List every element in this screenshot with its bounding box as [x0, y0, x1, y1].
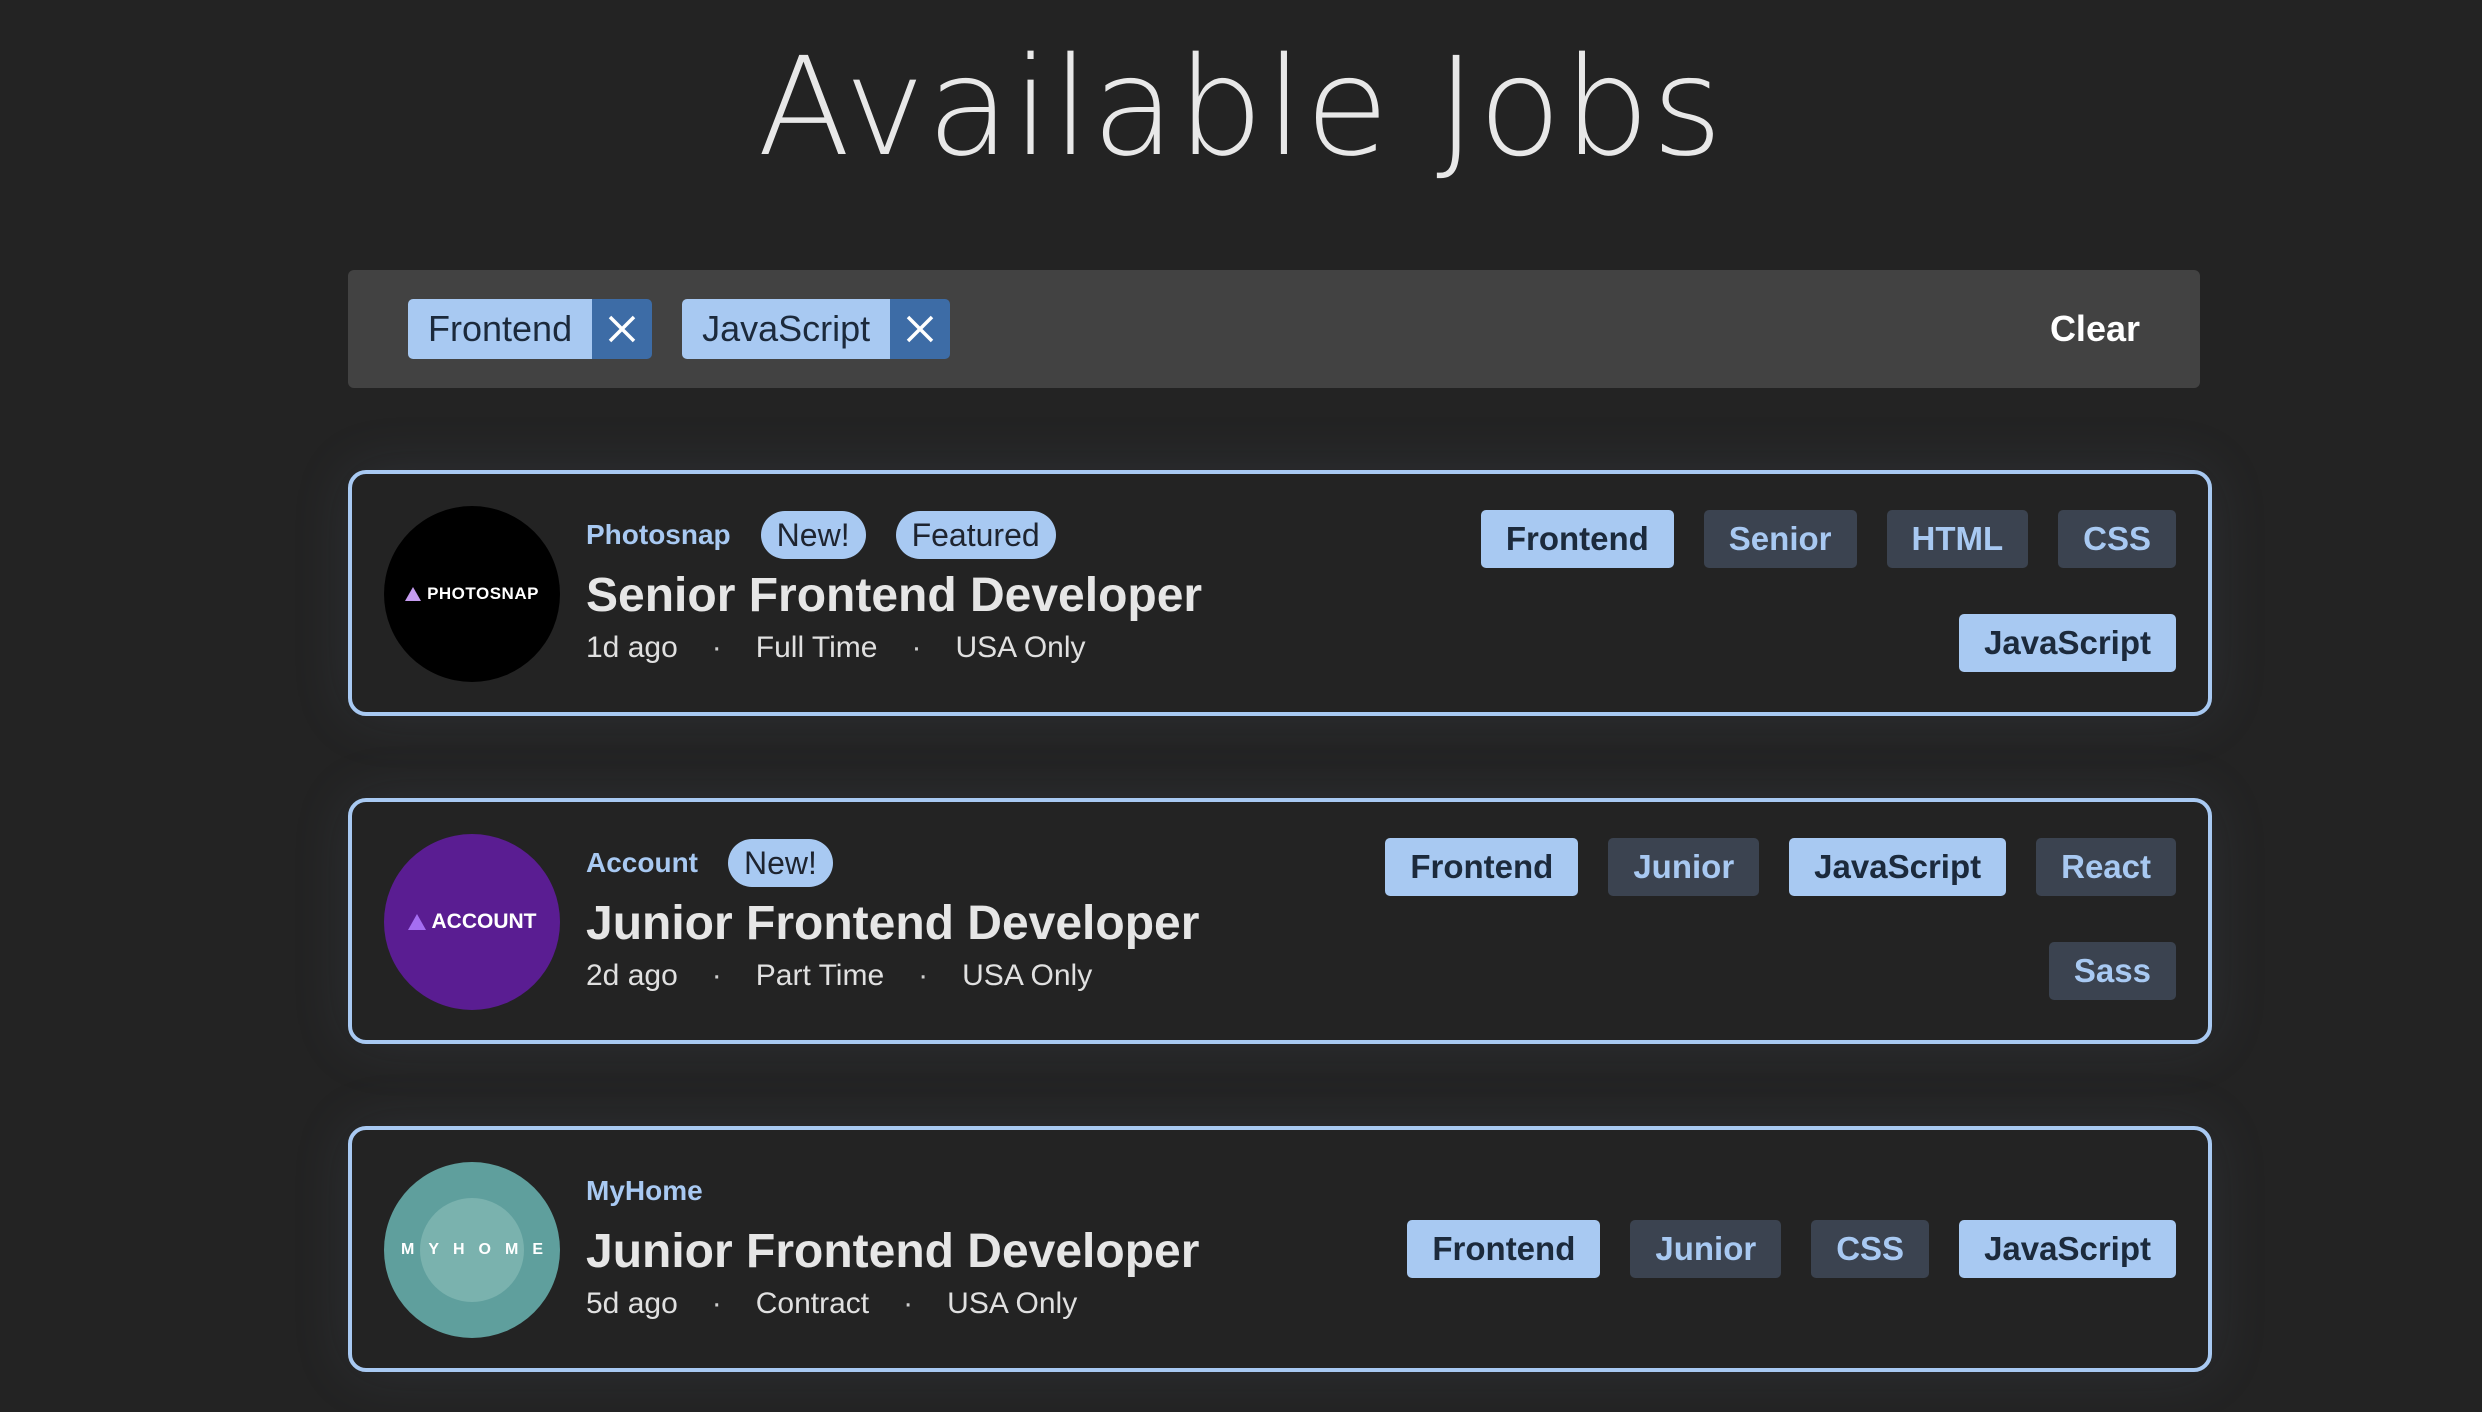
close-icon — [906, 315, 934, 343]
logo-triangle-icon — [407, 914, 426, 930]
tag-javascript[interactable]: JavaScript — [1959, 1220, 2176, 1278]
company-row: Photosnap New! Featured — [586, 510, 1202, 560]
tag-junior[interactable]: Junior — [1608, 838, 1760, 896]
job-tags: Frontend Junior CSS JavaScript — [1407, 1220, 2176, 1278]
tag-row: Frontend Junior JavaScript React — [1385, 838, 2176, 896]
posted-at: 2d ago — [586, 959, 678, 993]
job-info: Account New! Junior Frontend Developer 2… — [586, 838, 1199, 993]
posted-at: 5d ago — [586, 1287, 678, 1321]
tag-frontend[interactable]: Frontend — [1407, 1220, 1601, 1278]
contract-type: Full Time — [755, 631, 878, 665]
job-title[interactable]: Senior Frontend Developer — [586, 568, 1202, 623]
tag-row: Sass — [2048, 942, 2176, 1000]
logo-text: MYHOME — [401, 1241, 557, 1258]
tag-react[interactable]: React — [2036, 838, 2176, 896]
meta-separator: · — [711, 1287, 722, 1321]
tag-row: Frontend Junior CSS JavaScript — [1407, 1220, 2176, 1278]
remove-filter-button[interactable] — [592, 299, 653, 359]
tag-row: JavaScript — [1959, 614, 2176, 672]
meta-separator: · — [711, 631, 722, 665]
tag-row: Frontend Senior HTML CSS — [1480, 510, 2176, 568]
filter-chips: Frontend JavaScript — [408, 299, 2050, 359]
job-info: Photosnap New! Featured Senior Frontend … — [586, 510, 1202, 665]
filter-chip-label: Frontend — [408, 299, 593, 359]
job-title[interactable]: Junior Frontend Developer — [586, 1224, 1199, 1279]
logo-text: ACCOUNT — [431, 910, 537, 933]
logo-text: PHOTOSNAP — [427, 584, 539, 603]
new-badge: New! — [760, 511, 866, 559]
meta-separator: · — [711, 959, 722, 993]
new-badge: New! — [728, 839, 833, 887]
company-name: Photosnap — [586, 519, 731, 550]
tag-html[interactable]: HTML — [1886, 510, 2029, 568]
job-location: USA Only — [955, 631, 1086, 665]
job-tags: Frontend Senior HTML CSS JavaScript — [1480, 510, 2176, 672]
clear-filters-button[interactable]: Clear — [2050, 308, 2140, 350]
job-title[interactable]: Junior Frontend Developer — [586, 896, 1199, 951]
company-row: MyHome — [586, 1166, 1199, 1216]
meta-separator: · — [918, 959, 929, 993]
job-card[interactable]: MYHOME MyHome Junior Frontend Developer … — [348, 1126, 2212, 1372]
job-location: USA Only — [947, 1287, 1078, 1321]
company-name: MyHome — [586, 1175, 703, 1206]
filter-chip-label: JavaScript — [682, 299, 891, 359]
job-tags: Frontend Junior JavaScript React Sass — [1385, 838, 2176, 1000]
tag-sass[interactable]: Sass — [2048, 942, 2176, 1000]
filter-chip-javascript: JavaScript — [682, 299, 951, 359]
company-logo: ACCOUNT — [384, 834, 560, 1010]
posted-at: 1d ago — [586, 631, 678, 665]
company-row: Account New! — [586, 838, 1199, 888]
job-meta: 1d ago · Full Time · USA Only — [586, 631, 1202, 665]
tag-junior[interactable]: Junior — [1630, 1220, 1782, 1278]
remove-filter-button[interactable] — [890, 299, 951, 359]
job-card[interactable]: PHOTOSNAP Photosnap New! Featured Senior… — [348, 470, 2212, 716]
meta-separator: · — [903, 1287, 914, 1321]
job-location: USA Only — [962, 959, 1093, 993]
tag-javascript[interactable]: JavaScript — [1789, 838, 2007, 896]
tag-javascript[interactable]: JavaScript — [1959, 614, 2176, 672]
featured-badge: Featured — [895, 511, 1056, 559]
tag-frontend[interactable]: Frontend — [1480, 510, 1674, 568]
filter-bar: Frontend JavaScript Clear — [348, 270, 2200, 388]
job-meta: 2d ago · Part Time · USA Only — [586, 959, 1199, 993]
job-card[interactable]: ACCOUNT Account New! Junior Frontend Dev… — [348, 798, 2212, 1044]
tag-senior[interactable]: Senior — [1703, 510, 1857, 568]
tag-css[interactable]: CSS — [2058, 510, 2176, 568]
page-title: Available Jobs — [757, 29, 1725, 187]
company-logo: PHOTOSNAP — [384, 506, 560, 682]
tag-frontend[interactable]: Frontend — [1385, 838, 1579, 896]
contract-type: Part Time — [755, 959, 885, 993]
company-logo: MYHOME — [384, 1162, 560, 1338]
contract-type: Contract — [755, 1287, 870, 1321]
job-info: MyHome Junior Frontend Developer 5d ago … — [586, 1166, 1199, 1321]
filter-chip-frontend: Frontend — [408, 299, 653, 359]
tag-css[interactable]: CSS — [1811, 1220, 1930, 1278]
close-icon — [608, 315, 636, 343]
company-name: Account — [586, 847, 698, 878]
logo-triangle-icon — [405, 587, 422, 601]
meta-separator: · — [911, 631, 922, 665]
job-meta: 5d ago · Contract · USA Only — [586, 1287, 1199, 1321]
